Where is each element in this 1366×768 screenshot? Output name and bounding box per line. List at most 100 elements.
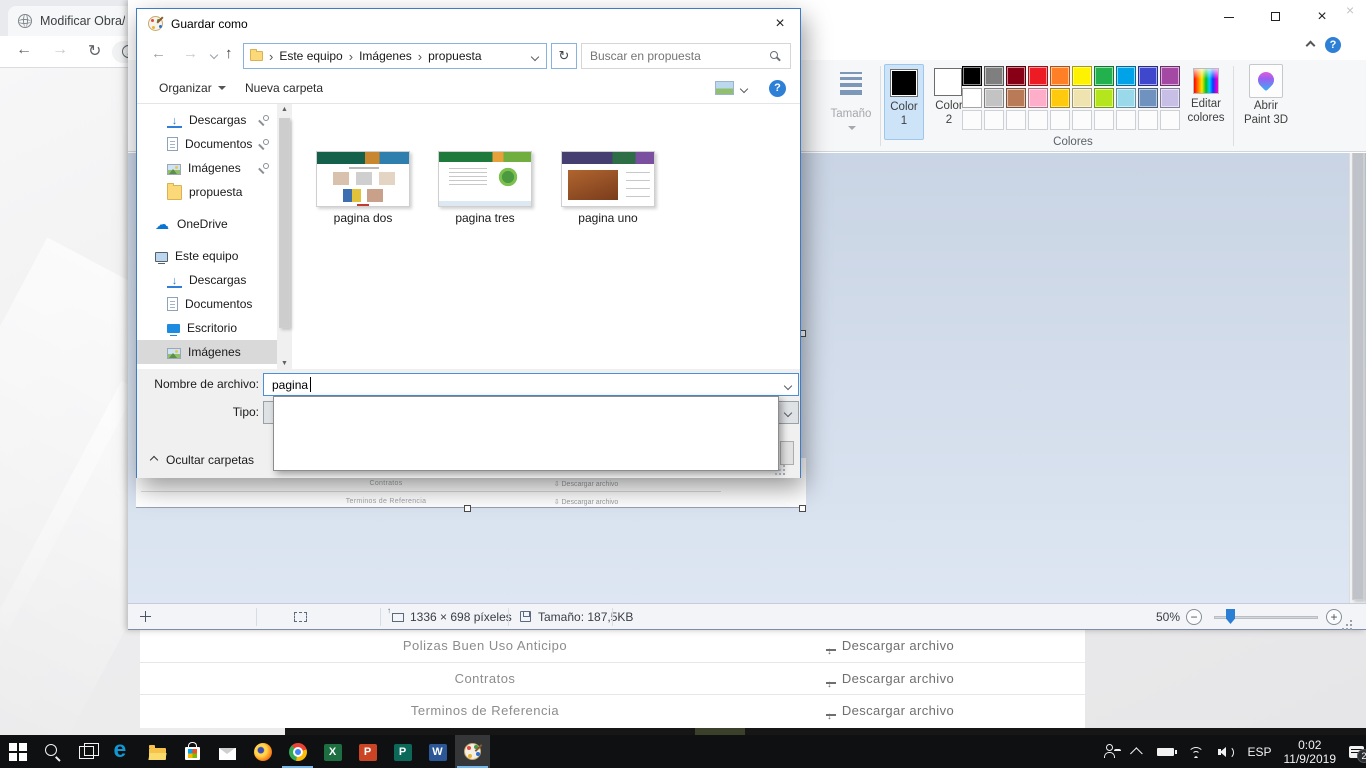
breadcrumb-item-propuesta[interactable]: propuesta — [428, 49, 481, 63]
paint-help-button[interactable]: ? — [1325, 37, 1341, 53]
browser-back-icon[interactable]: ← — [16, 41, 32, 59]
edit-colors-button[interactable]: Editar colores — [1184, 64, 1228, 148]
color-swatch[interactable] — [1072, 88, 1092, 108]
taskbar-search-button[interactable] — [35, 735, 70, 768]
organize-button[interactable]: Organizar — [159, 73, 226, 103]
scrollbar-thumb[interactable] — [1352, 153, 1364, 600]
hide-folders-button[interactable]: Ocultar carpetas — [151, 451, 254, 469]
sidebar-item-documentos[interactable]: Documentos — [137, 292, 277, 316]
canvas-resize-handle-bottom[interactable] — [464, 505, 471, 512]
taskbar-publisher-button[interactable]: P — [385, 735, 420, 768]
zoom-in-button[interactable]: + — [1326, 609, 1342, 625]
sidebar-item-im-genes[interactable]: Imágenes — [137, 156, 277, 180]
color-swatch[interactable] — [1006, 88, 1026, 108]
color-swatch[interactable] — [1138, 88, 1158, 108]
file-pagina-uno[interactable]: pagina uno — [556, 151, 660, 225]
color-swatch[interactable] — [1028, 66, 1048, 86]
sidebar-item-im-genes[interactable]: Imágenes — [137, 340, 277, 364]
zoom-slider-thumb[interactable] — [1226, 609, 1235, 624]
sidebar-item-descargas[interactable]: Descargas — [137, 108, 277, 132]
sidebar-item-escritorio[interactable]: Escritorio — [137, 316, 277, 340]
color1-button[interactable]: Color 1 — [884, 64, 924, 140]
collapse-ribbon-icon[interactable] — [1306, 41, 1316, 51]
notifications-icon[interactable]: 2 — [1349, 746, 1364, 758]
dialog-help-button[interactable]: ? — [769, 80, 786, 97]
refresh-button[interactable]: ↻ — [551, 43, 577, 69]
filename-suggestions-popup[interactable] — [273, 396, 779, 471]
color-swatch[interactable] — [1160, 88, 1180, 108]
color-swatch[interactable] — [962, 88, 982, 108]
color-swatch[interactable] — [1160, 66, 1180, 86]
people-icon[interactable] — [1104, 746, 1120, 758]
dialog-close-button[interactable]: × — [762, 9, 798, 39]
empty-color-slot[interactable] — [1050, 110, 1070, 130]
empty-color-slot[interactable] — [1072, 110, 1092, 130]
color-swatch[interactable] — [1094, 66, 1114, 86]
color-swatch[interactable] — [962, 66, 982, 86]
color-swatch[interactable] — [1116, 66, 1136, 86]
sidebar-item-propuesta[interactable]: propuesta — [137, 180, 277, 204]
nav-back-icon[interactable]: ← — [151, 45, 166, 62]
color-swatch[interactable] — [1028, 88, 1048, 108]
browser-refresh-icon[interactable]: ↻ — [88, 41, 101, 61]
taskbar-edge-button[interactable] — [105, 735, 140, 768]
canvas-resize-handle-corner[interactable] — [799, 505, 806, 512]
color-swatch[interactable] — [1050, 66, 1070, 86]
browser-forward-icon[interactable]: → — [52, 41, 68, 59]
taskbar-explorer-button[interactable] — [140, 735, 175, 768]
empty-color-slot[interactable] — [1116, 110, 1136, 130]
clock[interactable]: 0:02 11/9/2019 — [1284, 738, 1337, 766]
empty-color-slot[interactable] — [1094, 110, 1114, 130]
taskbar-store-button[interactable] — [175, 735, 210, 768]
color-swatch[interactable] — [1094, 88, 1114, 108]
empty-color-slot[interactable] — [1160, 110, 1180, 130]
descargar-archivo-link[interactable]: Descargar archivo — [760, 630, 1020, 662]
cancel-button-edge[interactable] — [780, 441, 794, 465]
sidebar-scrollbar[interactable]: ▲ ▼ — [277, 104, 292, 369]
color-swatch[interactable] — [984, 66, 1004, 86]
maximize-button[interactable] — [1256, 4, 1296, 30]
taskbar-taskview-button[interactable] — [70, 735, 105, 768]
sidebar-item-este-equipo[interactable]: Este equipo — [137, 244, 277, 268]
color-swatch[interactable] — [1116, 88, 1136, 108]
filename-dropdown-icon[interactable] — [784, 382, 792, 390]
empty-color-slot[interactable] — [984, 110, 1004, 130]
wifi-icon[interactable] — [1188, 746, 1204, 758]
breadcrumb[interactable]: ›Este equipo›Imágenes›propuesta — [243, 43, 547, 69]
open-paint3d-button[interactable]: Abrir Paint 3D — [1238, 64, 1294, 148]
nav-forward-icon[interactable]: → — [183, 45, 198, 62]
filename-field[interactable] — [263, 373, 799, 396]
color-swatch[interactable] — [984, 88, 1004, 108]
color-swatch[interactable] — [1138, 66, 1158, 86]
empty-color-slot[interactable] — [1138, 110, 1158, 130]
sidebar-item-descargas[interactable]: Descargas — [137, 268, 277, 292]
hidden-icons-chevron[interactable] — [1130, 747, 1143, 760]
scroll-up-icon[interactable]: ▲ — [277, 106, 292, 113]
taskbar-paint-button[interactable] — [455, 735, 490, 768]
breadcrumb-item-im-genes[interactable]: Imágenes — [359, 49, 412, 63]
taskbar-chrome-button[interactable] — [280, 735, 315, 768]
search-box[interactable] — [581, 43, 791, 69]
taskbar-mail-button[interactable] — [210, 735, 245, 768]
close-button[interactable]: × — [1302, 4, 1342, 30]
color-swatch[interactable] — [1006, 66, 1026, 86]
resize-grip[interactable] — [1350, 620, 1352, 622]
sidebar-item-documentos[interactable]: Documentos — [137, 132, 277, 156]
size-button[interactable]: Tamaño — [826, 64, 876, 148]
breadcrumb-dropdown-icon[interactable] — [531, 53, 539, 61]
zoom-out-button[interactable]: − — [1186, 609, 1202, 625]
taskbar-word-button[interactable]: W — [420, 735, 455, 768]
nav-up-icon[interactable]: ↑ — [225, 45, 233, 62]
taskbar-powerpoint-button[interactable]: P — [350, 735, 385, 768]
dialog-resize-grip[interactable] — [783, 465, 785, 467]
descargar-archivo-link[interactable]: Descargar archivo — [760, 663, 1020, 695]
battery-icon[interactable] — [1157, 748, 1174, 756]
file-pagina-dos[interactable]: pagina dos — [311, 151, 415, 225]
volume-icon[interactable] — [1218, 746, 1234, 758]
sidebar-item-onedrive[interactable]: OneDrive — [137, 212, 277, 236]
minimize-button[interactable] — [1209, 4, 1249, 30]
keyboard-language[interactable]: ESP — [1247, 745, 1271, 759]
taskbar-firefox-button[interactable] — [245, 735, 280, 768]
scrollbar-thumb[interactable] — [279, 118, 290, 328]
color-swatch[interactable] — [1050, 88, 1070, 108]
